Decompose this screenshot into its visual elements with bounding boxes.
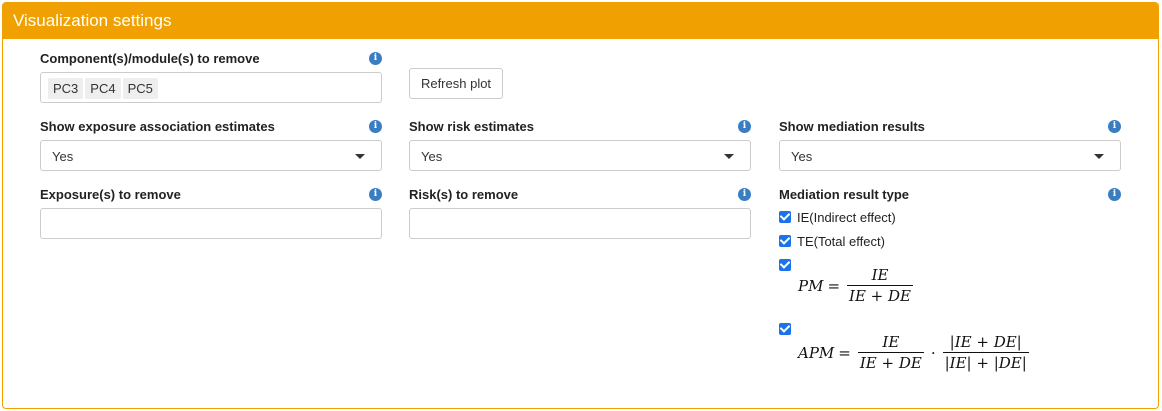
info-icon[interactable]: i <box>369 188 382 201</box>
info-icon[interactable]: i <box>738 188 751 201</box>
pm-lhs: PM <box>798 276 824 295</box>
checkbox-apm[interactable] <box>779 323 791 335</box>
pm-formula: PM = IE IE + DE <box>798 266 913 305</box>
mediation-select[interactable]: Yes <box>779 140 1121 171</box>
info-icon[interactable]: i <box>1108 188 1121 201</box>
apm-formula: APM = IE IE + DE · |IE + DE| |IE| + |DE| <box>798 333 1029 372</box>
risk-est-label: Show risk estimates <box>409 119 534 134</box>
chevron-down-icon <box>1094 154 1104 159</box>
chip-pc3[interactable]: PC3 <box>48 78 84 99</box>
apm-numerator-2: |IE + DE| <box>949 333 1022 351</box>
info-icon[interactable]: i <box>738 120 751 133</box>
checkbox-ie[interactable] <box>779 211 791 223</box>
pm-denominator: IE + DE <box>847 285 913 305</box>
mediation-label: Show mediation results <box>779 119 925 134</box>
risk-remove-input[interactable] <box>409 208 751 239</box>
components-label: Component(s)/module(s) to remove <box>40 51 260 66</box>
panel-title: Visualization settings <box>3 3 1158 39</box>
checkbox-pm[interactable] <box>779 259 791 271</box>
risk-est-value: Yes <box>421 149 443 164</box>
pm-numerator: IE <box>871 266 889 284</box>
apm-numerator-1: IE <box>882 333 900 351</box>
checkbox-te-label: TE(Total effect) <box>797 234 885 249</box>
exposure-assoc-value: Yes <box>52 149 74 164</box>
exposure-remove-input[interactable] <box>40 208 382 239</box>
checkbox-ie-label: IE(Indirect effect) <box>797 210 896 225</box>
mediation-value: Yes <box>791 149 813 164</box>
exposure-assoc-select[interactable]: Yes <box>40 140 382 171</box>
apm-denominator-2: |IE| + |DE| <box>942 352 1029 372</box>
checkbox-te[interactable] <box>779 235 791 247</box>
components-input[interactable]: PC3 PC4 PC5 <box>40 72 382 103</box>
mediation-type-label: Mediation result type <box>779 187 910 202</box>
exposure-assoc-label: Show exposure association estimates <box>40 119 275 134</box>
apm-fraction-1: IE IE + DE <box>857 333 924 372</box>
risk-est-select[interactable]: Yes <box>409 140 751 171</box>
chip-pc5[interactable]: PC5 <box>122 78 158 99</box>
info-icon[interactable]: i <box>369 120 382 133</box>
apm-denominator-1: IE + DE <box>857 352 924 372</box>
pm-fraction: IE IE + DE <box>847 266 913 305</box>
info-icon[interactable]: i <box>1108 120 1121 133</box>
refresh-plot-button[interactable]: Refresh plot <box>409 68 503 99</box>
apm-fraction-2: |IE + DE| |IE| + |DE| <box>942 333 1029 372</box>
apm-lhs: APM <box>798 343 835 362</box>
risk-remove-label: Risk(s) to remove <box>409 187 519 202</box>
chevron-down-icon <box>355 154 365 159</box>
exposure-remove-label: Exposure(s) to remove <box>40 187 181 202</box>
info-icon[interactable]: i <box>369 52 382 65</box>
chevron-down-icon <box>724 154 734 159</box>
chip-pc4[interactable]: PC4 <box>85 78 121 99</box>
